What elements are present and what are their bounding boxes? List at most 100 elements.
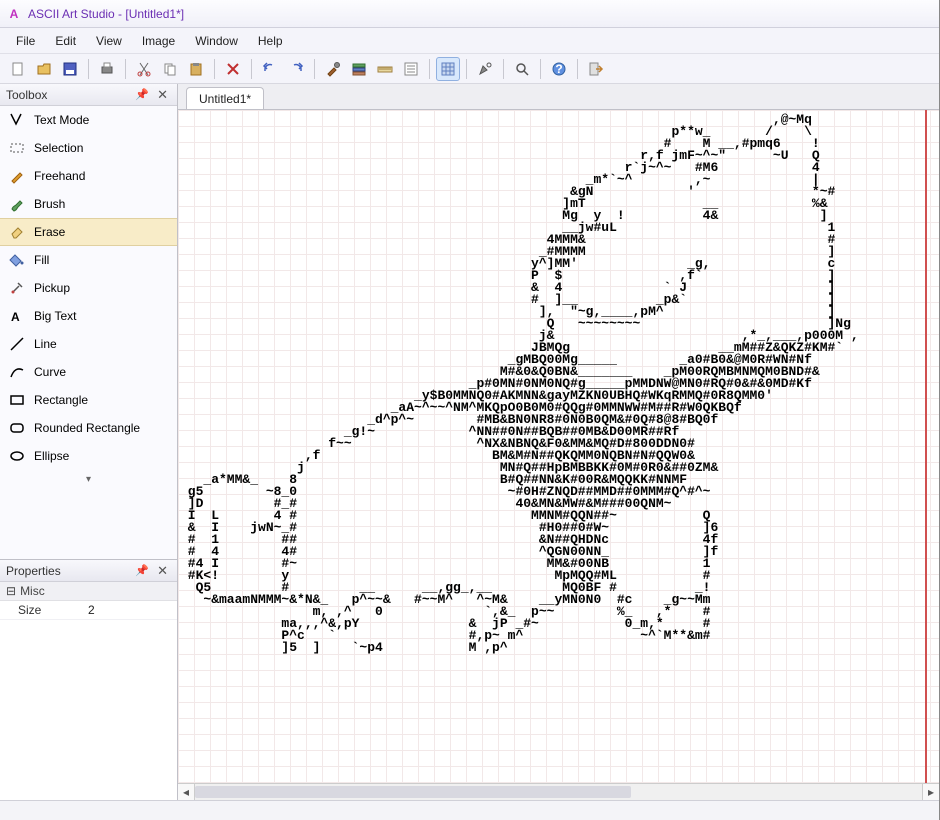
document-tabs: Untitled1* <box>178 84 939 110</box>
menu-window[interactable]: Window <box>185 31 248 51</box>
selection-icon <box>8 139 26 157</box>
erase-icon <box>8 223 26 241</box>
tool-rounded-rectangle[interactable]: Rounded Rectangle <box>0 414 177 442</box>
help-button[interactable]: ? <box>547 57 571 81</box>
toolbox-expander[interactable]: ▾ <box>0 470 177 489</box>
tab-label: Untitled1* <box>199 92 251 106</box>
undo-button[interactable] <box>258 57 282 81</box>
tool-ellipse[interactable]: Ellipse <box>0 442 177 470</box>
text-mode-icon <box>8 111 26 129</box>
paste-button[interactable] <box>184 57 208 81</box>
tool-label: Line <box>34 337 57 351</box>
scroll-right-icon[interactable]: ▸ <box>922 784 939 800</box>
pin-icon[interactable]: 📌 <box>132 88 152 101</box>
tool-erase[interactable]: Erase <box>0 218 177 246</box>
properties-panel: Properties 📌 ✕ ⊟ Misc Size2 <box>0 559 177 800</box>
window-titlebar: A ASCII Art Studio - [Untitled1*] <box>0 0 939 28</box>
tool-label: Ellipse <box>34 449 69 463</box>
tool-line[interactable]: Line <box>0 330 177 358</box>
tool-label: Big Text <box>34 309 76 323</box>
print-button[interactable] <box>95 57 119 81</box>
tools-button[interactable] <box>321 57 345 81</box>
tool-freehand[interactable]: Freehand <box>0 162 177 190</box>
toolbox-panel: Toolbox 📌 ✕ Text Mode Selection Freehand Br… <box>0 84 177 489</box>
layers-button[interactable] <box>347 57 371 81</box>
tab-untitled[interactable]: Untitled1* <box>186 87 264 109</box>
curve-icon <box>8 363 26 381</box>
main-toolbar: ? <box>0 54 939 84</box>
close-icon[interactable]: ✕ <box>154 563 171 579</box>
tool-label: Curve <box>34 365 66 379</box>
line-icon <box>8 335 26 353</box>
open-button[interactable] <box>32 57 56 81</box>
status-bar <box>0 800 939 820</box>
rectangle-icon <box>8 391 26 409</box>
ellipse-icon <box>8 447 26 465</box>
tool-label: Pickup <box>34 281 70 295</box>
tool-label: Text Mode <box>34 113 89 127</box>
scroll-track[interactable] <box>195 784 922 800</box>
svg-text:?: ? <box>555 62 562 76</box>
pin-icon[interactable]: 📌 <box>132 564 152 577</box>
margin-line <box>925 110 927 783</box>
delete-button[interactable] <box>221 57 245 81</box>
svg-text:A: A <box>11 310 20 324</box>
close-icon[interactable]: ✕ <box>154 87 171 103</box>
big-text-icon: A <box>8 307 26 325</box>
cut-button[interactable] <box>132 57 156 81</box>
tool-label: Selection <box>34 141 83 155</box>
property-row[interactable]: Size2 <box>0 601 177 620</box>
toolbox-title: Toolbox <box>6 88 47 102</box>
canvas[interactable]: ,@~Mq p**w_ / \ # M __,#pmq6 ! <box>178 110 939 783</box>
tool-label: Fill <box>34 253 49 267</box>
brush-icon <box>8 195 26 213</box>
tool-selection[interactable]: Selection <box>0 134 177 162</box>
tool-label: Erase <box>34 225 65 239</box>
tool-label: Brush <box>34 197 65 211</box>
options-button[interactable] <box>399 57 423 81</box>
rounded-rectangle-icon <box>8 419 26 437</box>
properties-group-label: Misc <box>20 584 45 598</box>
tool-pickup[interactable]: Pickup <box>0 274 177 302</box>
scroll-left-icon[interactable]: ◂ <box>178 784 195 800</box>
toolbox-header: Toolbox 📌 ✕ <box>0 84 177 106</box>
tool-brush[interactable]: Brush <box>0 190 177 218</box>
menu-image[interactable]: Image <box>132 31 185 51</box>
freehand-icon <box>8 167 26 185</box>
tool-label: Rounded Rectangle <box>34 421 140 435</box>
property-key: Size <box>18 603 88 617</box>
pick-button[interactable] <box>473 57 497 81</box>
ascii-content[interactable]: ,@~Mq p**w_ / \ # M __,#pmq6 ! <box>180 114 859 654</box>
collapse-icon: ⊟ <box>6 584 16 598</box>
redo-button[interactable] <box>284 57 308 81</box>
menu-edit[interactable]: Edit <box>45 31 86 51</box>
window-title: ASCII Art Studio - [Untitled1*] <box>28 7 184 21</box>
tool-fill[interactable]: Fill <box>0 246 177 274</box>
menu-bar: FileEditViewImageWindowHelp <box>0 28 939 54</box>
new-button[interactable] <box>6 57 30 81</box>
properties-title: Properties <box>6 564 61 578</box>
exit-button[interactable] <box>584 57 608 81</box>
menu-help[interactable]: Help <box>248 31 293 51</box>
tool-curve[interactable]: Curve <box>0 358 177 386</box>
app-logo-icon: A <box>6 6 22 22</box>
save-button[interactable] <box>58 57 82 81</box>
menu-view[interactable]: View <box>86 31 132 51</box>
property-value[interactable]: 2 <box>88 603 171 617</box>
tool-label: Freehand <box>34 169 85 183</box>
zoom-button[interactable] <box>510 57 534 81</box>
horizontal-scrollbar[interactable]: ◂ ▸ <box>178 783 939 800</box>
tool-label: Rectangle <box>34 393 88 407</box>
tool-rectangle[interactable]: Rectangle <box>0 386 177 414</box>
tool-text-mode[interactable]: Text Mode <box>0 106 177 134</box>
grid-button[interactable] <box>436 57 460 81</box>
properties-group[interactable]: ⊟ Misc <box>0 582 177 601</box>
scroll-thumb[interactable] <box>195 786 631 798</box>
tool-big-text[interactable]: A Big Text <box>0 302 177 330</box>
fill-icon <box>8 251 26 269</box>
copy-button[interactable] <box>158 57 182 81</box>
properties-header: Properties 📌 ✕ <box>0 560 177 582</box>
menu-file[interactable]: File <box>6 31 45 51</box>
pickup-icon <box>8 279 26 297</box>
ruler-button[interactable] <box>373 57 397 81</box>
